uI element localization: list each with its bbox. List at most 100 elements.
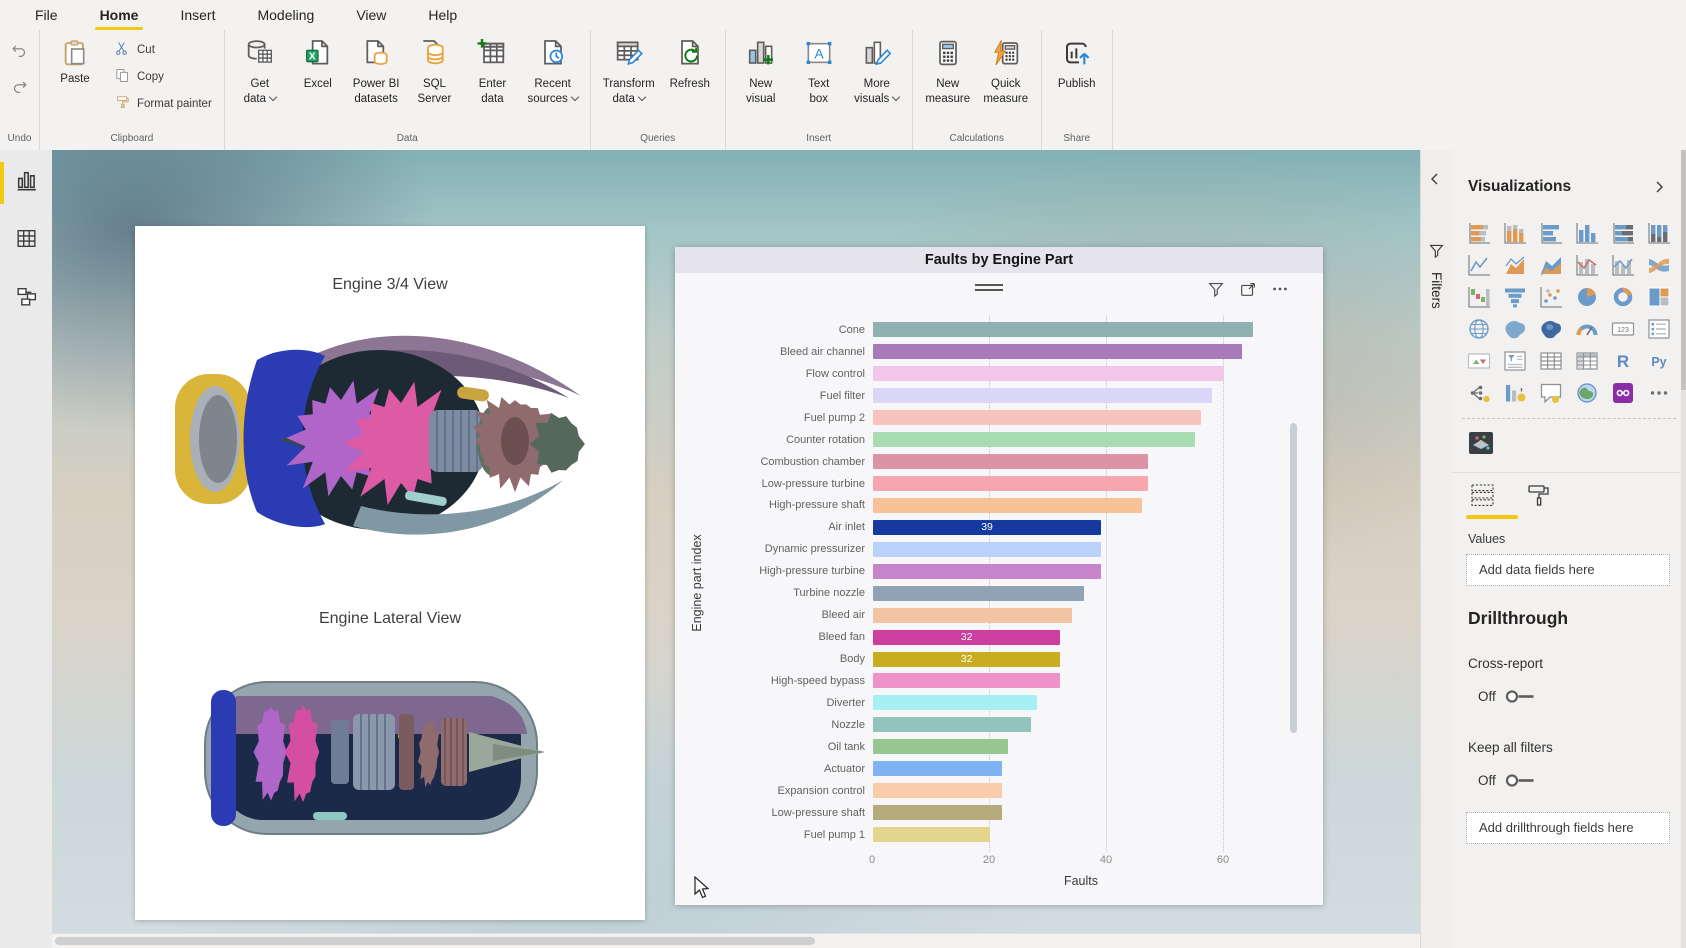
refresh-button[interactable]: Refresh — [661, 32, 719, 92]
quick-measure-button[interactable]: Quickmeasure — [977, 32, 1035, 106]
undo-button[interactable] — [10, 42, 29, 66]
bar-bleed-air[interactable] — [873, 608, 1072, 623]
bar-fuel-pump-2[interactable] — [873, 410, 1201, 425]
more-options-icon[interactable] — [1644, 380, 1674, 406]
bar-bleed-air-channel[interactable] — [873, 344, 1242, 359]
bar-high-pressure-turbine[interactable] — [873, 564, 1101, 579]
arcgis-map-icon[interactable] — [1572, 380, 1602, 406]
format-painter-button[interactable]: Format painter — [108, 90, 218, 117]
menu-item-home[interactable]: Home — [79, 0, 160, 30]
paste-button[interactable]: Paste — [46, 32, 104, 117]
canvas-horizontal-scrollbar[interactable] — [52, 933, 1420, 948]
fields-tab[interactable] — [1468, 482, 1498, 514]
bar-high-pressure-shaft[interactable] — [873, 498, 1142, 513]
100-stacked-column-chart-icon[interactable] — [1644, 220, 1674, 246]
focus-mode-icon[interactable] — [1239, 280, 1257, 303]
transform-data-button[interactable]: Transformdata — [597, 32, 661, 106]
bar-fuel-filter[interactable] — [873, 388, 1212, 403]
clustered-bar-chart-icon[interactable] — [1536, 220, 1566, 246]
power-automate-icon[interactable] — [1608, 380, 1638, 406]
slicer-icon[interactable] — [1500, 348, 1530, 374]
new-measure-button[interactable]: Newmeasure — [919, 32, 977, 106]
r-script-visual-icon[interactable]: R — [1608, 348, 1638, 374]
scatter-chart-icon[interactable] — [1536, 284, 1566, 310]
bar-body[interactable]: 32 — [873, 652, 1060, 667]
expand-filters-icon[interactable] — [1428, 172, 1442, 191]
bar-dynamic-pressurizer[interactable] — [873, 542, 1101, 557]
donut-chart-icon[interactable] — [1608, 284, 1638, 310]
shape-map-icon[interactable] — [1536, 316, 1566, 342]
key-influencers-icon[interactable] — [1500, 380, 1530, 406]
custom-visual-icon[interactable] — [1468, 431, 1494, 457]
multi-row-card-icon[interactable] — [1644, 316, 1674, 342]
qa-visual-icon[interactable] — [1536, 380, 1566, 406]
bar-oil-tank[interactable] — [873, 739, 1008, 754]
menu-item-file[interactable]: File — [14, 0, 79, 30]
faults-chart-visual[interactable]: Faults by Engine Part ConeBleed air chan… — [675, 247, 1323, 905]
bar-expansion-control[interactable] — [873, 783, 1002, 798]
100-stacked-bar-chart-icon[interactable] — [1608, 220, 1638, 246]
redo-button[interactable] — [10, 78, 29, 102]
stacked-area-chart-icon[interactable] — [1536, 252, 1566, 278]
values-field-well[interactable]: Add data fields here — [1466, 554, 1670, 586]
gauge-icon[interactable] — [1572, 316, 1602, 342]
more-options-icon[interactable] — [1271, 280, 1289, 303]
cut-button[interactable]: Cut — [108, 36, 218, 63]
area-chart-icon[interactable] — [1500, 252, 1530, 278]
recent-sources-button[interactable]: Recentsources — [521, 32, 583, 106]
copy-button[interactable]: Copy — [108, 63, 218, 90]
table-icon[interactable] — [1536, 348, 1566, 374]
bar-high-speed-bypass[interactable] — [873, 673, 1060, 688]
bar-low-pressure-turbine[interactable] — [873, 476, 1148, 491]
bar-low-pressure-shaft[interactable] — [873, 805, 1002, 820]
python-visual-icon[interactable]: Py — [1644, 348, 1674, 374]
bar-counter-rotation[interactable] — [873, 432, 1195, 447]
excel-button[interactable]: XExcel — [289, 32, 347, 92]
bar-combustion-chamber[interactable] — [873, 454, 1148, 469]
line-and-stacked-column-chart-icon[interactable] — [1572, 252, 1602, 278]
new-visual-button[interactable]: Newvisual — [732, 32, 790, 106]
matrix-icon[interactable] — [1572, 348, 1602, 374]
drag-handle-icon[interactable] — [975, 284, 1003, 294]
report-view-button[interactable] — [0, 158, 52, 208]
map-icon[interactable] — [1464, 316, 1494, 342]
menu-item-view[interactable]: View — [335, 0, 407, 30]
filled-map-icon[interactable] — [1500, 316, 1530, 342]
sql-server-button[interactable]: SQLServer — [405, 32, 463, 106]
pie-chart-icon[interactable] — [1572, 284, 1602, 310]
bar-turbine-nozzle[interactable] — [873, 586, 1084, 601]
menu-item-help[interactable]: Help — [407, 0, 478, 30]
stacked-column-chart-icon[interactable] — [1500, 220, 1530, 246]
bar-cone[interactable] — [873, 322, 1253, 337]
bar-diverter[interactable] — [873, 695, 1037, 710]
stacked-bar-chart-icon[interactable] — [1464, 220, 1494, 246]
collapse-visualizations-icon[interactable] — [1652, 180, 1666, 199]
menu-item-insert[interactable]: Insert — [159, 0, 236, 30]
bar-nozzle[interactable] — [873, 717, 1031, 732]
bar-actuator[interactable] — [873, 761, 1002, 776]
kpi-icon[interactable] — [1464, 348, 1494, 374]
bar-flow-control[interactable] — [873, 366, 1224, 381]
publish-button[interactable]: Publish — [1048, 32, 1106, 92]
format-tab[interactable] — [1524, 482, 1554, 514]
report-canvas[interactable]: Engine 3/4 View — [52, 150, 1420, 948]
filters-pane-label[interactable]: Filters — [1429, 272, 1444, 309]
text-box-button[interactable]: ATextbox — [790, 32, 848, 106]
ribbon-chart-icon[interactable] — [1644, 252, 1674, 278]
model-view-button[interactable] — [0, 274, 52, 324]
cross-report-toggle[interactable]: Off — [1478, 688, 1540, 705]
card-icon[interactable]: 123 — [1608, 316, 1638, 342]
bar-fuel-pump-1[interactable] — [873, 827, 990, 842]
funnel-chart-icon[interactable] — [1500, 284, 1530, 310]
keep-all-filters-toggle[interactable]: Off — [1478, 772, 1540, 789]
data-view-button[interactable] — [0, 216, 52, 266]
bar-bleed-fan[interactable]: 32 — [873, 630, 1060, 645]
visual-filter-icon[interactable] — [1207, 280, 1225, 303]
power-bi-datasets-button[interactable]: Power BIdatasets — [347, 32, 406, 106]
bar-air-inlet[interactable]: 39 — [873, 520, 1101, 535]
menu-item-modeling[interactable]: Modeling — [236, 0, 335, 30]
waterfall-chart-icon[interactable] — [1464, 284, 1494, 310]
panel-scrollbar[interactable] — [1681, 150, 1686, 948]
enter-data-button[interactable]: Enterdata — [463, 32, 521, 106]
get-data-button[interactable]: Getdata — [231, 32, 289, 106]
